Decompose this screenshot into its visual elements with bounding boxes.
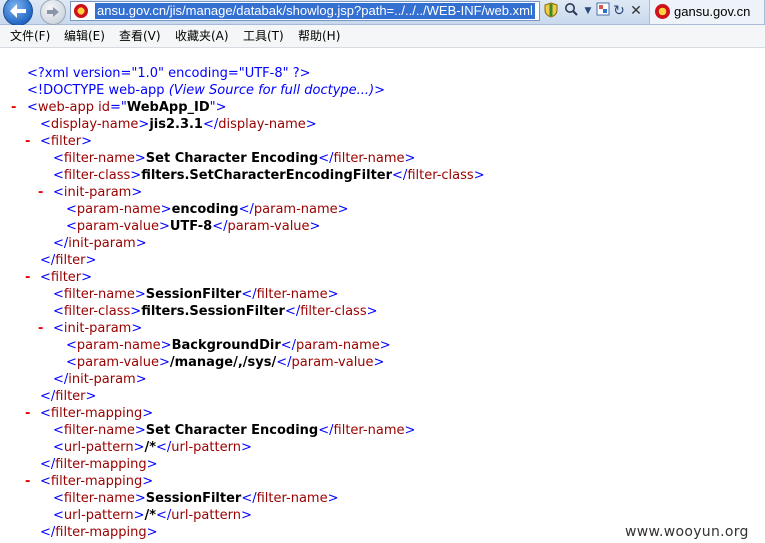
search-icon[interactable] xyxy=(563,2,579,20)
tab-title: gansu.gov.cn xyxy=(674,4,751,19)
collapse-toggle[interactable]: - xyxy=(25,133,30,150)
site-favicon-icon xyxy=(74,4,88,18)
tab-gansu[interactable]: gansu.gov.cn xyxy=(649,0,765,24)
search-dropdown-icon[interactable]: ▼ xyxy=(580,2,596,20)
menu-tools[interactable]: 工具(T) xyxy=(243,27,284,45)
menu-file[interactable]: 文件(F) xyxy=(10,27,50,45)
xml-declaration: <?xml version="1.0" encoding="UTF-8" ?> xyxy=(27,66,311,81)
filter-class-value: filters.SessionFilter xyxy=(141,304,285,319)
compatibility-view-icon[interactable] xyxy=(543,2,559,20)
menu-view[interactable]: 查看(V) xyxy=(119,27,161,45)
browser-toolbar: ansu.gov.cn/jis/manage/databak/showlog.j… xyxy=(0,0,765,26)
collapse-toggle[interactable]: - xyxy=(25,269,30,286)
doctype: <!DOCTYPE web-app xyxy=(27,83,165,98)
menu-edit[interactable]: 编辑(E) xyxy=(64,27,105,45)
param-value-value: /manage/,/sys/ xyxy=(169,355,277,370)
refresh-icon[interactable]: ↻ xyxy=(611,2,627,20)
url-pattern-value: /* xyxy=(144,440,157,455)
filter-name-value: SessionFilter xyxy=(145,491,242,506)
filter-name-value: SessionFilter xyxy=(145,287,242,302)
address-url[interactable]: ansu.gov.cn/jis/manage/databak/showlog.j… xyxy=(95,3,535,19)
tab-favicon-icon xyxy=(655,4,670,19)
doctype-end: > xyxy=(374,83,386,98)
watermark: www.wooyun.org xyxy=(625,524,749,540)
collapse-toggle[interactable]: - xyxy=(38,320,43,337)
doctype-note: (View Source for full doctype...) xyxy=(168,83,375,98)
param-name-value: encoding xyxy=(171,202,239,217)
back-arrow-icon[interactable] xyxy=(3,0,33,26)
param-value-value: UTF-8 xyxy=(169,219,213,234)
menu-favorites[interactable]: 收藏夹(A) xyxy=(175,27,229,45)
url-pattern-value: /* xyxy=(144,508,157,523)
filter-name-value: Set Character Encoding xyxy=(145,423,319,438)
param-name-value: BackgroundDir xyxy=(171,338,281,353)
security-report-icon[interactable] xyxy=(595,2,611,20)
collapse-toggle[interactable]: - xyxy=(25,473,30,490)
filter-class-value: filters.SetCharacterEncodingFilter xyxy=(141,168,393,183)
filter-name-value: Set Character Encoding xyxy=(145,151,319,166)
collapse-toggle[interactable]: - xyxy=(25,405,30,422)
display-name-value: jis2.3.1 xyxy=(149,117,203,132)
xml-viewer: <?xml version="1.0" encoding="UTF-8" ?> … xyxy=(11,66,485,540)
address-bar[interactable]: ansu.gov.cn/jis/manage/databak/showlog.j… xyxy=(70,1,540,21)
web-app-id: WebApp_ID xyxy=(126,100,210,115)
forward-arrow-icon[interactable] xyxy=(40,0,66,25)
collapse-toggle[interactable]: - xyxy=(38,184,43,201)
collapse-toggle[interactable]: - xyxy=(11,99,16,116)
menu-bar: 文件(F) 编辑(E) 查看(V) 收藏夹(A) 工具(T) 帮助(H) xyxy=(0,25,765,48)
menu-help[interactable]: 帮助(H) xyxy=(298,27,340,45)
stop-icon[interactable]: ✕ xyxy=(628,2,644,20)
